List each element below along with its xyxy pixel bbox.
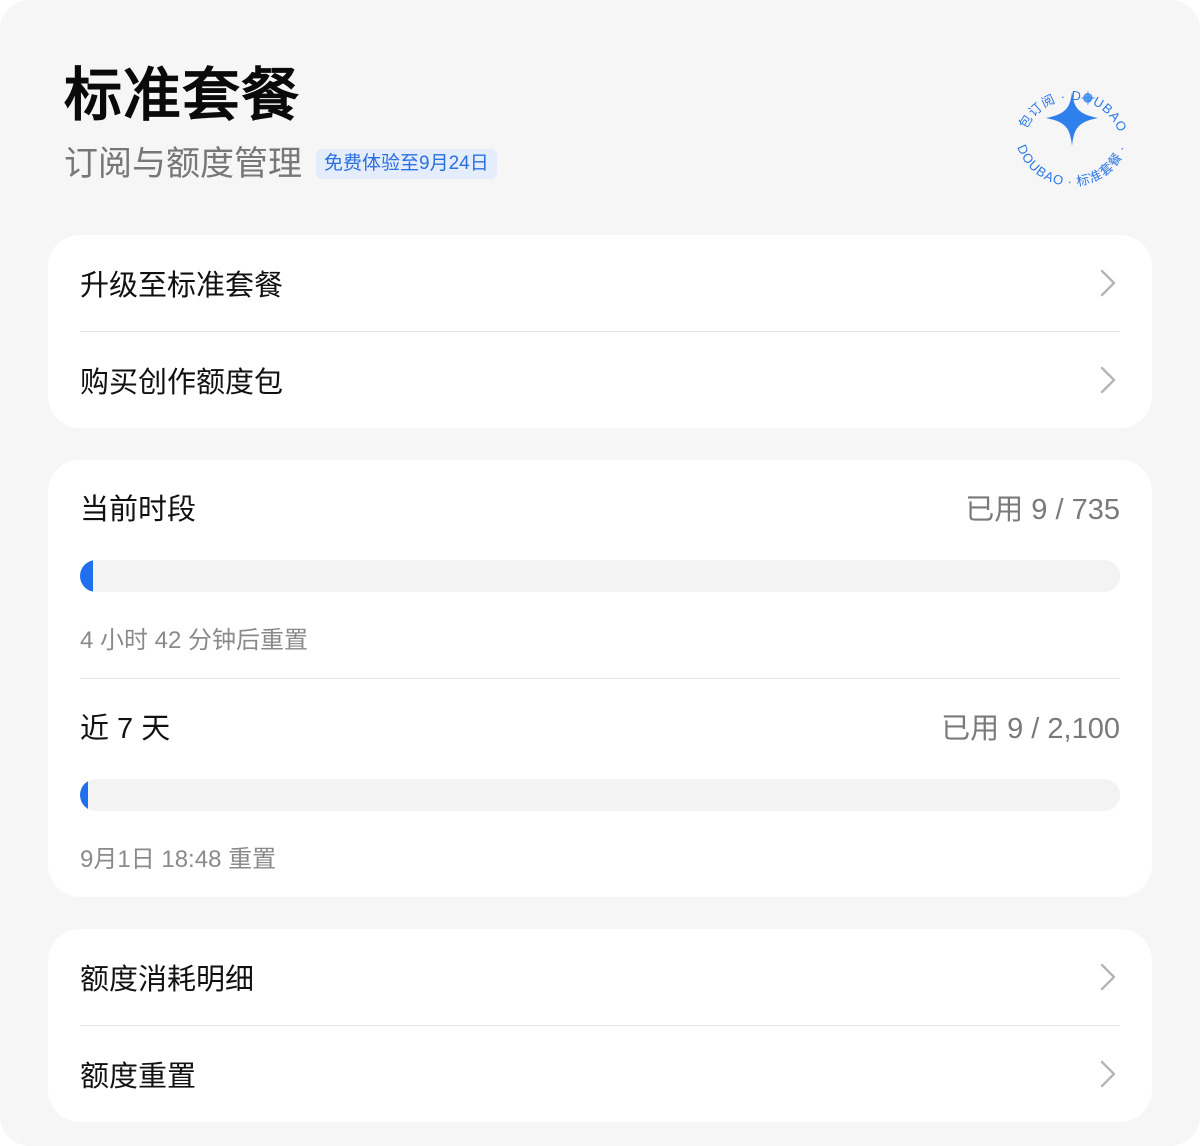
credit-details-card: 额度消耗明细 额度重置 (48, 929, 1152, 1122)
plan-actions-card: 升级至标准套餐 购买创作额度包 (48, 235, 1152, 428)
usage-card: 当前时段 已用 9 / 735 4 小时 42 分钟后重置 近 7 天 已用 9… (48, 460, 1152, 897)
current-period-used: 已用 9 / 735 (965, 494, 1120, 526)
current-period-progress-fill (80, 560, 93, 592)
last-7-days-used: 已用 9 / 2,100 (941, 713, 1120, 745)
divider (80, 678, 1120, 679)
trial-badge: 免费体验至9月24日 (316, 149, 497, 179)
upgrade-plan-label: 升级至标准套餐 (80, 270, 284, 302)
page-header: 标准套餐 订阅与额度管理 免费体验至9月24日 (64, 56, 1160, 188)
subscription-page: 标准套餐 订阅与额度管理 免费体验至9月24日 豆包订阅 · DOUBAO · … (0, 0, 1200, 1146)
seal-text-bottom: DOUBAO · 标准套餐 · (1014, 142, 1128, 189)
usage-details-row[interactable]: 额度消耗明细 (80, 929, 1120, 1025)
current-period-reset-text: 4 小时 42 分钟后重置 (80, 627, 309, 654)
current-period-progress-bar (80, 560, 1120, 592)
upgrade-plan-row[interactable]: 升级至标准套餐 (80, 235, 1120, 331)
page-subtitle: 订阅与额度管理 (64, 145, 302, 183)
usage-details-label: 额度消耗明细 (80, 964, 255, 996)
last-7-days-progress-fill (80, 779, 88, 811)
doubao-seal-logo: 豆包订阅 · DOUBAO · DOUBAO · 标准套餐 · (1002, 50, 1131, 189)
credit-reset-label: 额度重置 (80, 1061, 197, 1093)
last-7-days-label: 近 7 天 (80, 713, 171, 745)
last-7-days-header: 近 7 天 已用 9 / 2,100 (80, 706, 1120, 746)
subtitle-row: 订阅与额度管理 免费体验至9月24日 (64, 140, 1160, 188)
page-title: 标准套餐 (64, 63, 301, 128)
chevron-right-icon (1100, 1060, 1116, 1088)
buy-credit-pack-label: 购买创作额度包 (80, 367, 284, 399)
chevron-right-icon (1100, 366, 1116, 394)
svg-text:DOUBAO · 标准套餐 ·: DOUBAO · 标准套餐 · (1014, 142, 1129, 189)
chevron-right-icon (1100, 269, 1116, 297)
current-period-label: 当前时段 (80, 494, 197, 526)
buy-credit-pack-row[interactable]: 购买创作额度包 (80, 332, 1120, 428)
credit-reset-row[interactable]: 额度重置 (80, 1026, 1120, 1122)
last-7-days-reset-text: 9月1日 18:48 重置 (80, 846, 277, 873)
chevron-right-icon (1100, 963, 1116, 991)
current-period-header: 当前时段 已用 9 / 735 (80, 487, 1120, 527)
last-7-days-progress-bar (80, 779, 1120, 811)
